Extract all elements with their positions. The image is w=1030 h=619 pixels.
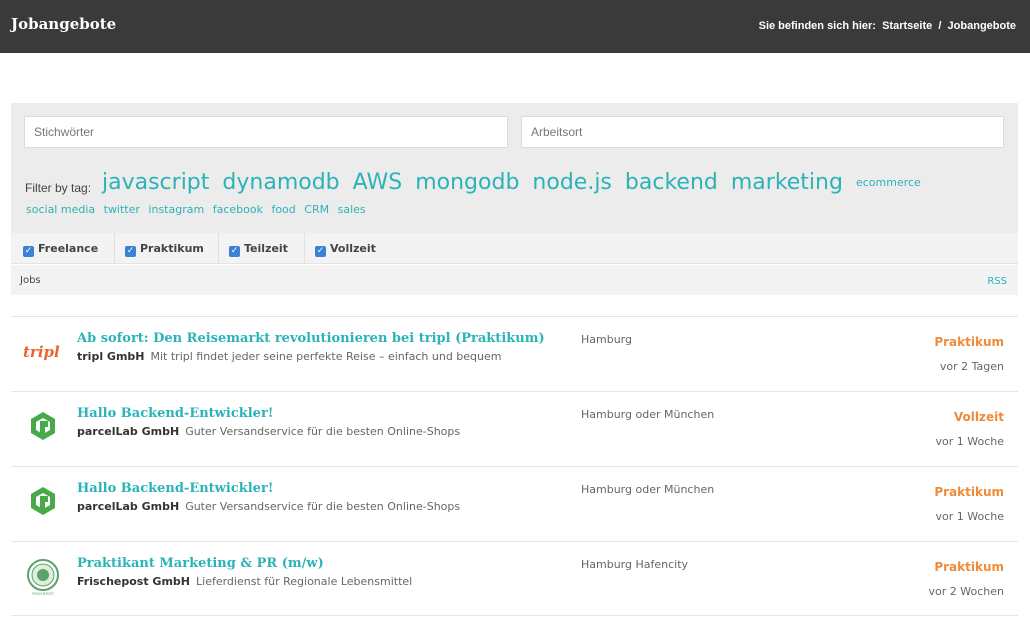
tag-ecommerce[interactable]: ecommerce bbox=[856, 176, 921, 189]
tag-facebook[interactable]: facebook bbox=[213, 203, 263, 216]
breadcrumb-current: Jobangebote bbox=[947, 20, 1016, 32]
company-description: Lieferdienst für Regionale Lebensmittel bbox=[196, 575, 413, 588]
company-name: parcelLab GmbH bbox=[77, 500, 180, 513]
company-description: Mit tripl findet jeder seine perfekte Re… bbox=[150, 350, 502, 363]
filter-label: Vollzeit bbox=[330, 242, 376, 255]
job-age: vor 1 Woche bbox=[935, 510, 1004, 523]
job-age: vor 2 Tagen bbox=[939, 360, 1004, 373]
tag-sales[interactable]: sales bbox=[338, 203, 366, 216]
job-subtitle: parcelLab GmbH Guter Versandservice für d… bbox=[77, 425, 460, 438]
company-name: parcelLab GmbH bbox=[77, 425, 180, 438]
job-age: vor 1 Woche bbox=[935, 435, 1004, 448]
job-subtitle: parcelLab GmbH Guter Versandservice für d… bbox=[77, 500, 460, 513]
tag-cloud-large: javascript dynamodb AWS mongodb node.js … bbox=[102, 170, 927, 195]
checkmark-icon: ✓ bbox=[23, 246, 34, 257]
job-list: tripl Ab sofort: Den Reisemarkt revoluti… bbox=[11, 316, 1018, 616]
rss-link[interactable]: RSS bbox=[987, 276, 1007, 287]
tag-nodejs[interactable]: node.js bbox=[532, 170, 611, 195]
filter-freelance-checkbox[interactable]: ✓ Freelance bbox=[23, 242, 98, 257]
job-type: Praktikum bbox=[934, 485, 1004, 499]
divider bbox=[114, 233, 115, 264]
tripl-logo-icon: tripl bbox=[23, 343, 60, 361]
job-location: Hamburg oder München bbox=[581, 483, 715, 496]
location-input[interactable] bbox=[521, 116, 1004, 148]
tag-dynamodb[interactable]: dynamodb bbox=[222, 170, 339, 195]
job-row[interactable]: tripl Ab sofort: Den Reisemarkt revoluti… bbox=[11, 316, 1018, 391]
job-type: Praktikum bbox=[934, 560, 1004, 574]
filter-teilzeit-checkbox[interactable]: ✓ Teilzeit bbox=[229, 242, 288, 257]
breadcrumb-prefix: Sie befinden sich hier: bbox=[758, 20, 876, 32]
job-row[interactable]: Hallo Backend-Entwickler! parcelLab GmbH… bbox=[11, 466, 1018, 541]
frischepost-logo-icon: FRISCHEPOST bbox=[27, 559, 59, 596]
tag-social-media[interactable]: social media bbox=[26, 203, 95, 216]
tag-backend[interactable]: backend bbox=[625, 170, 718, 195]
job-location: Hamburg Hafencity bbox=[581, 558, 689, 571]
filter-vollzeit-checkbox[interactable]: ✓ Vollzeit bbox=[315, 242, 376, 257]
tag-mongodb[interactable]: mongodb bbox=[415, 170, 519, 195]
divider bbox=[304, 233, 305, 264]
parcellab-logo-icon bbox=[31, 487, 55, 515]
breadcrumb-home-link[interactable]: Startseite bbox=[882, 20, 932, 32]
job-subtitle: Frischepost GmbH Lieferdienst für Regiona… bbox=[77, 575, 412, 588]
job-row[interactable]: FRISCHEPOST Praktikant Marketing & PR (m… bbox=[11, 541, 1018, 616]
job-title[interactable]: Hallo Backend-Entwickler! bbox=[77, 481, 274, 496]
top-bar: Jobangebote Sie befinden sich hier: Star… bbox=[0, 0, 1030, 53]
job-age: vor 2 Wochen bbox=[928, 585, 1004, 598]
filter-label: Teilzeit bbox=[244, 242, 288, 255]
divider bbox=[218, 233, 219, 264]
filter-panel: Filter by tag: javascript dynamodb AWS m… bbox=[11, 103, 1018, 233]
checkmark-icon: ✓ bbox=[315, 246, 326, 257]
filter-praktikum-checkbox[interactable]: ✓ Praktikum bbox=[125, 242, 204, 257]
job-location: Hamburg oder München bbox=[581, 408, 715, 421]
job-title[interactable]: Praktikant Marketing & PR (m/w) bbox=[77, 556, 324, 571]
job-title[interactable]: Ab sofort: Den Reisemarkt revolutioniere… bbox=[77, 331, 545, 346]
company-description: Guter Versandservice für die besten Onli… bbox=[185, 500, 461, 513]
breadcrumb-separator: / bbox=[938, 20, 942, 32]
logo-text: FRISCHEPOST bbox=[32, 592, 54, 596]
job-title[interactable]: Hallo Backend-Entwickler! bbox=[77, 406, 274, 421]
job-row[interactable]: Hallo Backend-Entwickler! parcelLab GmbH… bbox=[11, 391, 1018, 466]
tag-instagram[interactable]: instagram bbox=[148, 203, 204, 216]
job-type: Praktikum bbox=[934, 335, 1004, 349]
tag-marketing[interactable]: marketing bbox=[731, 170, 843, 195]
job-type: Vollzeit bbox=[953, 410, 1004, 424]
tag-cloud-small: social media twitter instagram facebook … bbox=[26, 203, 371, 216]
tag-food[interactable]: food bbox=[271, 203, 295, 216]
tag-twitter[interactable]: twitter bbox=[104, 203, 140, 216]
company-name: Frischepost GmbH bbox=[77, 575, 191, 588]
job-location: Hamburg bbox=[581, 333, 632, 346]
breadcrumb: Sie befinden sich hier: Startseite / Job… bbox=[759, 20, 1016, 32]
tag-aws[interactable]: AWS bbox=[353, 170, 403, 195]
logo-text: tripl bbox=[23, 343, 60, 361]
page-title: Jobangebote bbox=[11, 15, 117, 33]
tag-filter-label: Filter by tag: bbox=[25, 181, 92, 195]
company-name: tripl GmbH bbox=[77, 350, 145, 363]
parcellab-logo-icon bbox=[31, 412, 55, 440]
jobs-header: Jobs RSS bbox=[11, 265, 1018, 295]
checkmark-icon: ✓ bbox=[229, 246, 240, 257]
checkmark-icon: ✓ bbox=[125, 246, 136, 257]
job-type-filters: ✓ Freelance ✓ Praktikum ✓ Teilzeit ✓ Vollzei… bbox=[11, 233, 1018, 264]
filter-label: Freelance bbox=[38, 242, 99, 255]
job-subtitle: tripl GmbH Mit tripl findet jeder seine p… bbox=[77, 350, 502, 363]
jobs-label: Jobs bbox=[20, 275, 41, 286]
tag-javascript[interactable]: javascript bbox=[102, 170, 209, 195]
company-description: Guter Versandservice für die besten Onli… bbox=[185, 425, 461, 438]
filter-label: Praktikum bbox=[140, 242, 204, 255]
tag-crm[interactable]: CRM bbox=[304, 203, 329, 216]
keywords-input[interactable] bbox=[24, 116, 508, 148]
